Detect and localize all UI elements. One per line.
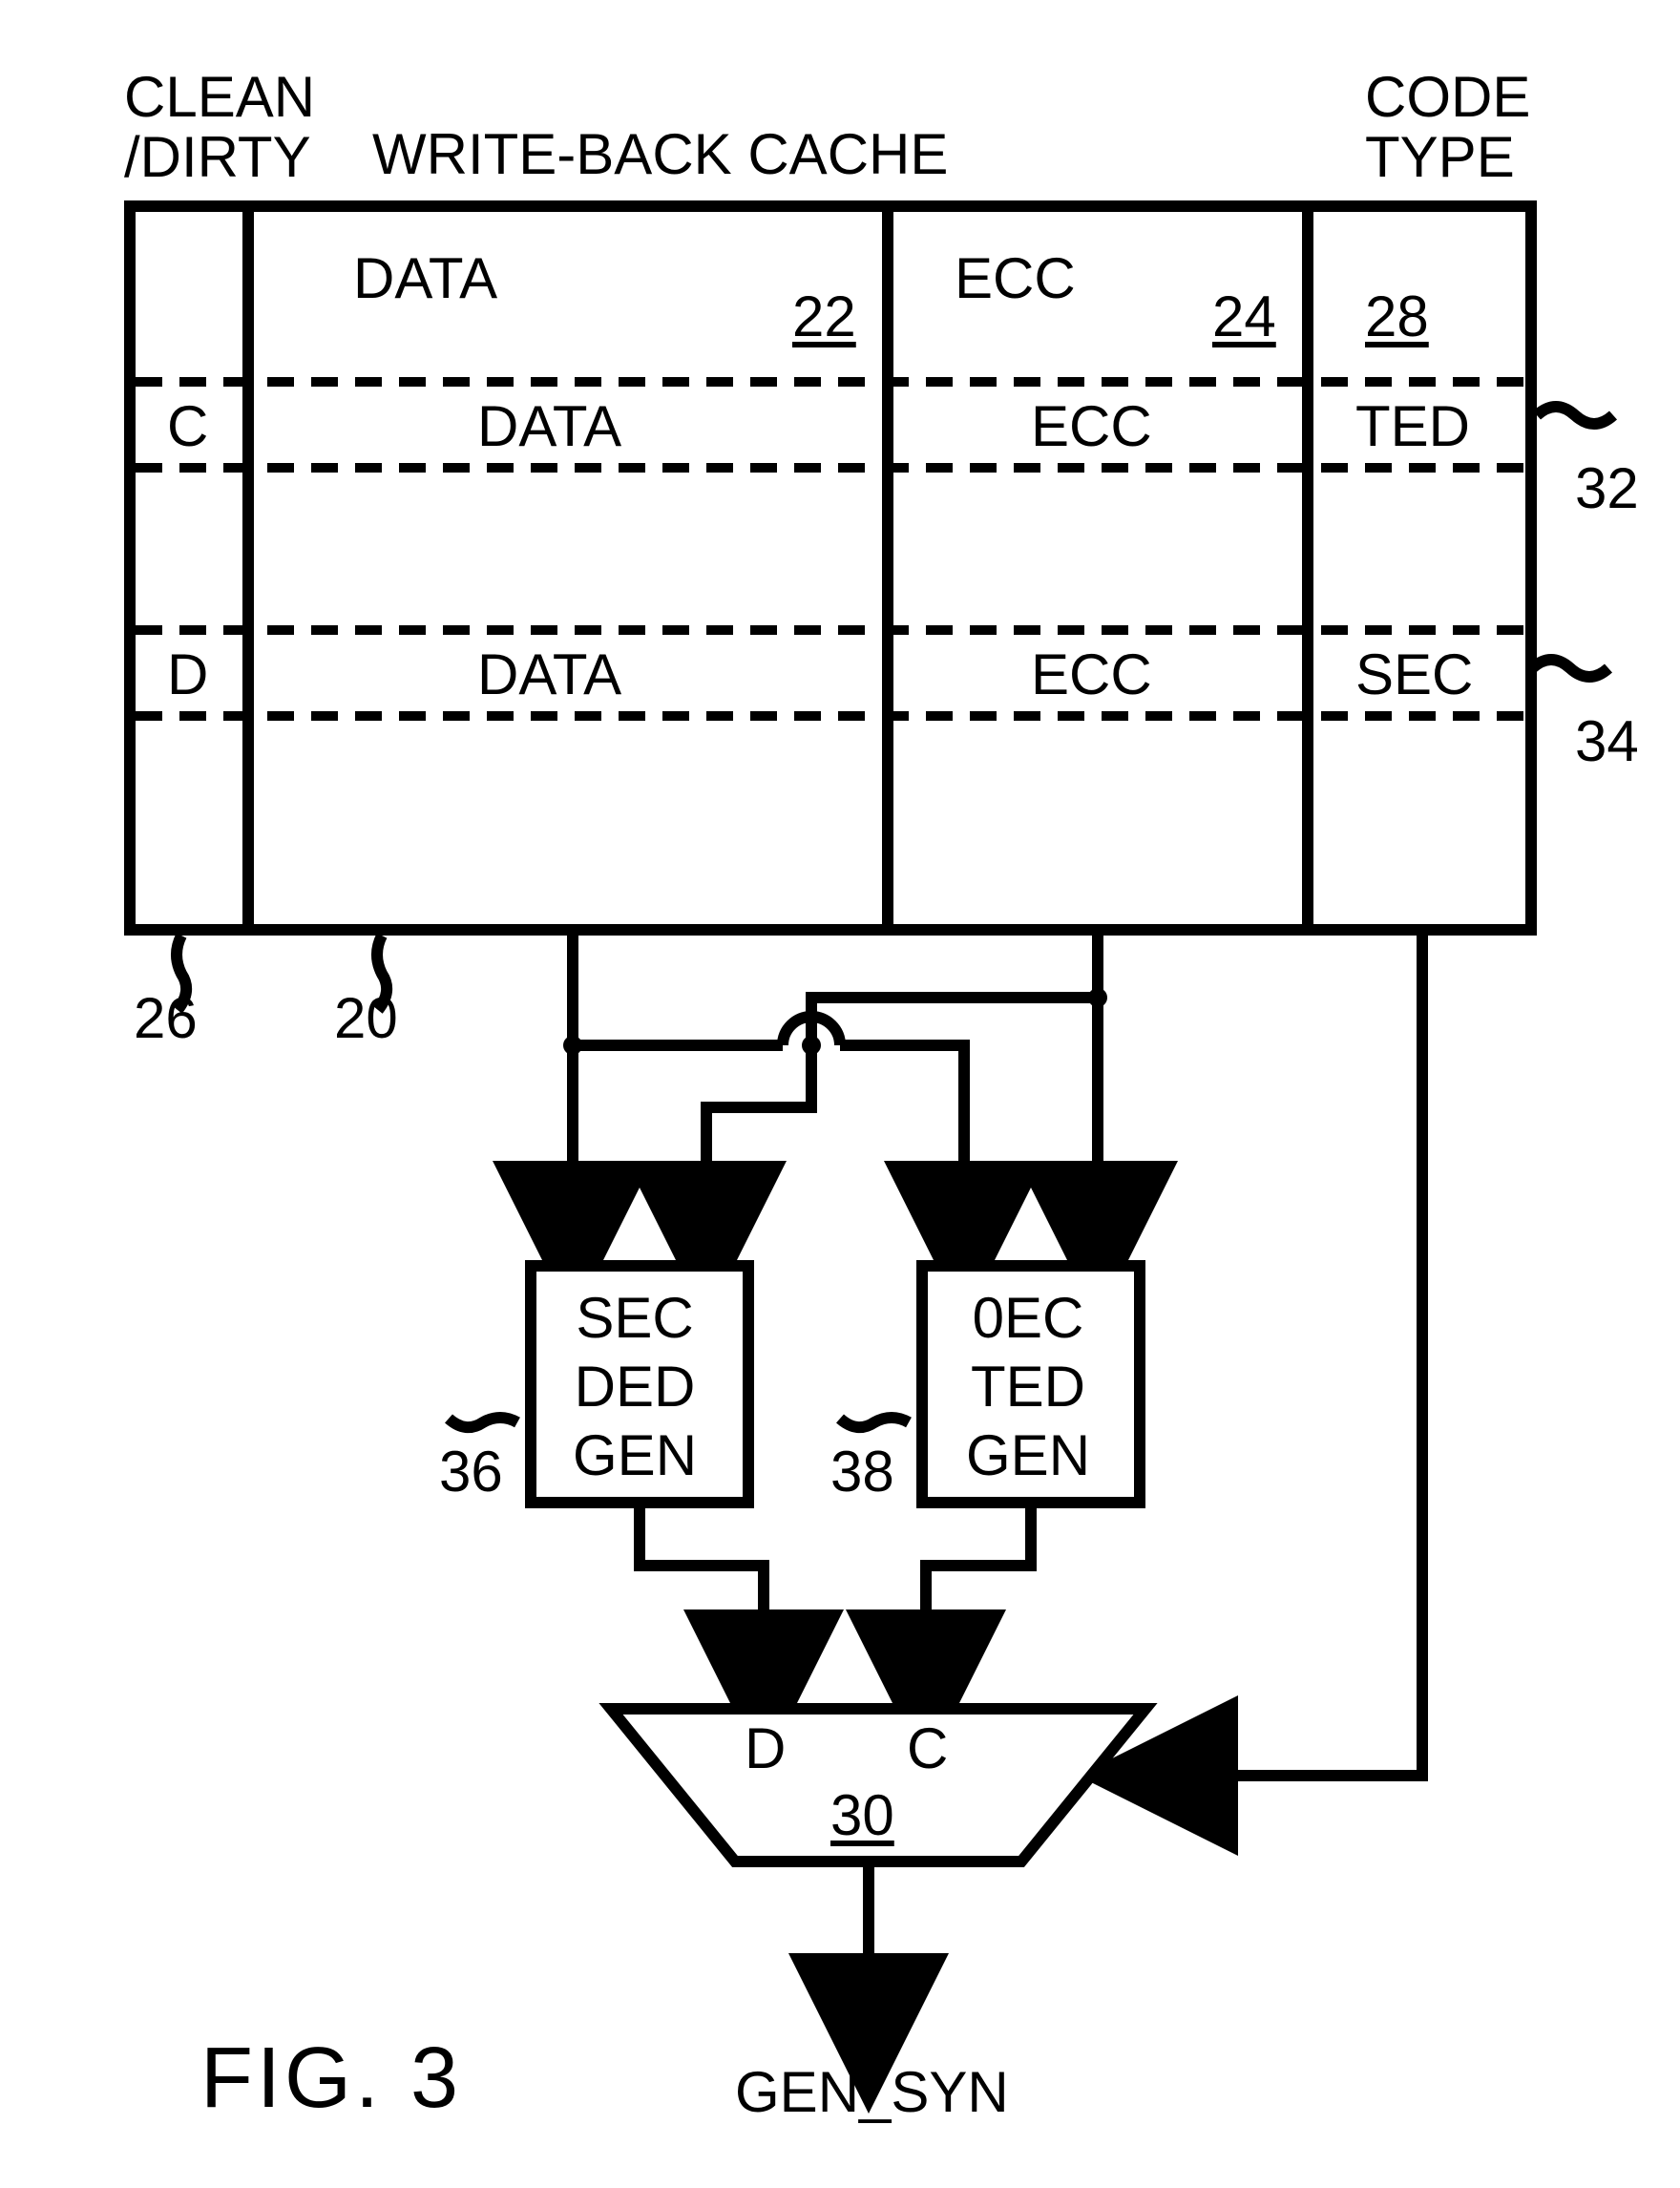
output-label: GEN_SYN [735, 2062, 1009, 2122]
col-data-header: DATA [353, 248, 497, 308]
row1-cd: C [167, 396, 208, 456]
row1-codetype: TED [1355, 396, 1470, 456]
col-codetype-ref: 28 [1365, 286, 1429, 347]
row2-codetype: SEC [1355, 644, 1473, 705]
ref-20: 20 [334, 988, 398, 1048]
col-ecc-ref: 24 [1212, 286, 1276, 347]
row1-data: DATA [477, 396, 621, 456]
block-oec-ted-gen-label: 0EC TED GEN [966, 1284, 1090, 1490]
col-ecc-header: ECC [955, 248, 1076, 308]
ref-38: 38 [830, 1441, 894, 1502]
mux-ref-30: 30 [830, 1785, 894, 1845]
row2-cd: D [167, 644, 208, 705]
block-sec-ded-gen-label: SEC DED GEN [573, 1284, 697, 1490]
row1-ecc: ECC [1031, 396, 1152, 456]
row2-data: DATA [477, 644, 621, 705]
ref-36: 36 [439, 1441, 503, 1502]
row2-ecc: ECC [1031, 644, 1152, 705]
figure-caption: FIG. 3 [200, 2033, 462, 2124]
ref-32: 32 [1575, 458, 1639, 518]
col-data-ref: 22 [792, 286, 856, 347]
mux-input-c: C [907, 1718, 948, 1778]
ref-34: 34 [1575, 711, 1639, 771]
mux-input-d: D [745, 1718, 786, 1778]
ref-26: 26 [134, 988, 198, 1048]
